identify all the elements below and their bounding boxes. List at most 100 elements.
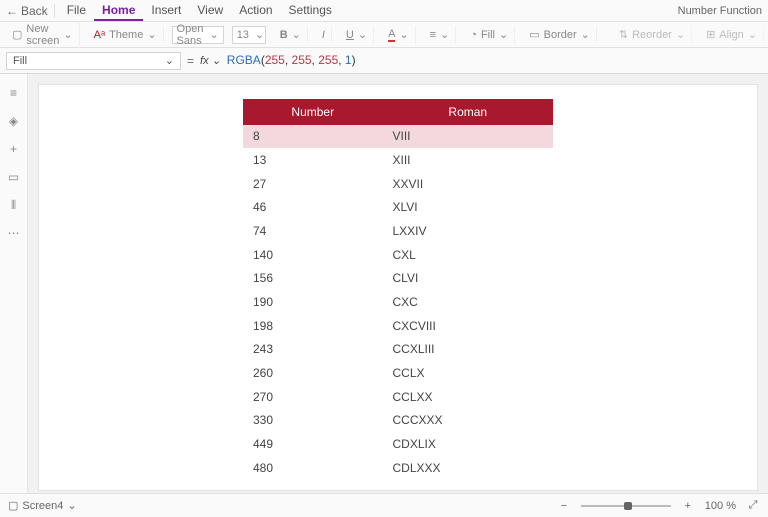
table-row[interactable]: 480CDLXXX [243,456,553,480]
zoom-thumb[interactable] [624,502,632,510]
fit-button[interactable]: ⤢ [746,499,760,513]
font-color-icon: A [388,28,395,42]
menu-insert[interactable]: Insert [143,1,189,21]
plus-icon[interactable]: + [7,142,21,156]
chevron-down-icon: ⌄ [499,28,508,41]
app-title: Number Function [678,5,762,17]
align-objects-icon: ⊞ [706,28,715,41]
table-row[interactable]: 140CXL [243,243,553,267]
formula-input[interactable]: RGBA(255, 255, 255, 1) [227,53,356,68]
chevron-down-icon: ⌄ [165,54,174,67]
table-row[interactable]: 260CCLX [243,361,553,385]
col-header-roman[interactable]: Roman [383,99,554,125]
tree-icon[interactable]: ≡ [7,86,21,100]
chevron-down-icon: ⌄ [440,28,449,41]
chevron-down-icon: ⌄ [63,28,72,41]
align-objects-button[interactable]: ⊞ Align ⌄ [700,26,764,43]
chevron-down-icon: ⌄ [255,28,264,41]
theme-icon: Aᵃ [94,29,105,41]
cell-number: 270 [243,385,383,409]
table-row[interactable]: 13XIII [243,148,553,172]
table-row[interactable]: 198CXCVIII [243,314,553,338]
chevron-down-icon: ⌄ [676,28,685,41]
chevron-down-icon: ⌄ [292,28,301,41]
formula-fn: RGBA [227,53,261,67]
canvas[interactable]: Number Roman 8VIII13XIII27XXVII46XLVI74L… [38,84,758,491]
zoom-in-button[interactable]: + [681,499,695,513]
theme-button[interactable]: Aᵃ Theme ⌄ [88,26,164,43]
screen-icon: ▢ [12,28,22,41]
chevron-down-icon: ⌄ [358,28,367,41]
bucket-icon: ◔ [470,29,477,41]
property-value: Fill [13,55,27,67]
tools-icon[interactable]: ⋯ [7,226,21,240]
cell-number: 140 [243,243,383,267]
cell-number: 449 [243,432,383,456]
zoom-out-button[interactable]: − [557,499,571,513]
menu-bar: ← Back FileHomeInsertViewActionSettings … [0,0,768,22]
chevron-down-icon: ⌄ [209,28,218,41]
table-row[interactable]: 190CXC [243,290,553,314]
reorder-button[interactable]: ⇅ Reorder ⌄ [613,26,692,43]
equals-sign: = [187,54,194,68]
chevron-down-icon: ⌄ [67,499,76,512]
align-icon: ≡ [430,29,436,41]
cell-roman: XIII [383,148,554,172]
screen-icon: ▢ [8,499,18,512]
bold-button[interactable]: B⌄ [274,26,308,43]
status-bar: ▢ Screen4 ⌄ − + 100 % ⤢ [0,493,768,517]
border-button[interactable]: ▭ Border ⌄ [523,26,597,43]
fill-button[interactable]: ◔ Fill ⌄ [464,26,515,43]
fx-button[interactable]: fx⌄ [200,54,221,67]
work-area: ≡ ◈ + ▭ ⫴ ⋯ Number Roman 8VIII13XIII27XX… [0,74,768,493]
new-screen-button[interactable]: ▢ New screen ⌄ [6,21,80,49]
cell-roman: CXC [383,290,554,314]
left-rail: ≡ ◈ + ▭ ⫴ ⋯ [0,74,28,493]
chevron-down-icon: ⌄ [212,54,221,67]
table-row[interactable]: 449CDXLIX [243,432,553,456]
formula-arg-2: 255 [318,53,338,67]
cell-roman: XXVII [383,172,554,196]
table-row[interactable]: 74LXXIV [243,219,553,243]
fill-label: Fill [481,29,495,41]
back-button[interactable]: ← Back [6,4,55,18]
cell-number: 46 [243,195,383,219]
screen-name: Screen4 [22,500,63,512]
menu-action[interactable]: Action [231,1,280,21]
menu-file[interactable]: File [59,1,94,21]
font-color-button[interactable]: A⌄ [382,26,416,44]
font-family-select[interactable]: Open Sans ⌄ [172,26,224,44]
formula-arg-3: 1 [345,53,352,67]
menu-home[interactable]: Home [94,1,143,21]
reorder-icon: ⇅ [619,28,628,41]
back-label: Back [21,4,48,18]
media-icon[interactable]: ▭ [7,170,21,184]
data-icon[interactable]: ◈ [7,114,21,128]
zoom-slider[interactable] [581,505,671,507]
table-row[interactable]: 156CLVI [243,266,553,290]
bold-icon: B [280,29,288,41]
cell-roman: LXXIV [383,219,554,243]
cell-number: 74 [243,219,383,243]
menu-settings[interactable]: Settings [281,1,340,21]
new-screen-label: New screen [26,23,59,47]
cell-roman: CXL [383,243,554,267]
cell-roman: CDLXXX [383,456,554,480]
table-row[interactable]: 27XXVII [243,172,553,196]
align-text-button[interactable]: ≡⌄ [424,26,457,43]
property-select[interactable]: Fill ⌄ [6,52,181,70]
font-size-select[interactable]: 13 ⌄ [232,26,266,44]
underline-button[interactable]: U⌄ [340,26,374,43]
table-row[interactable]: 8VIII [243,125,553,148]
menu-view[interactable]: View [189,1,231,21]
screen-selector[interactable]: ▢ Screen4 ⌄ [8,499,77,512]
cell-number: 190 [243,290,383,314]
zoom-value: 100 % [705,500,736,512]
table-row[interactable]: 243CCXLIII [243,337,553,361]
col-header-number[interactable]: Number [243,99,383,125]
advanced-icon[interactable]: ⫴ [7,198,21,212]
table-row[interactable]: 46XLVI [243,195,553,219]
table-row[interactable]: 270CCLXX [243,385,553,409]
italic-button[interactable]: I [316,27,332,43]
table-row[interactable]: 330CCCXXX [243,408,553,432]
